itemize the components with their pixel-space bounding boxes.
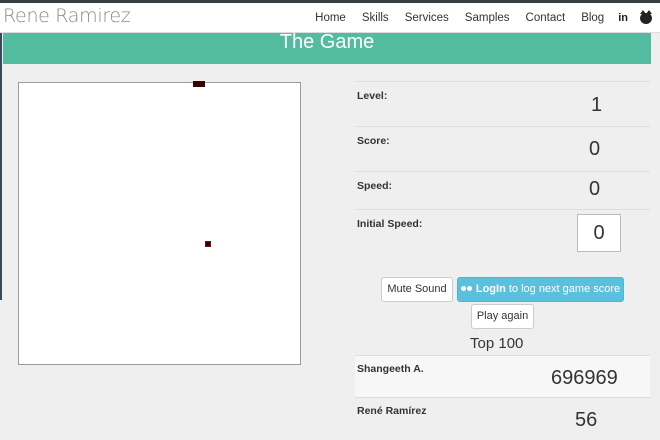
play-again-button[interactable]: Play again xyxy=(471,304,534,329)
leaderboard-row: René Ramírez 56 xyxy=(355,397,650,440)
stat-level: Level: 1 xyxy=(355,81,650,126)
score-value: 0 xyxy=(589,138,601,160)
speed-value: 0 xyxy=(589,178,601,200)
score-label: Score: xyxy=(357,135,390,147)
speed-label: Speed: xyxy=(357,180,393,192)
game-stats: Level: 1 Score: 0 Speed: 0 Initial Speed… xyxy=(355,81,650,259)
github-icon[interactable] xyxy=(640,9,652,24)
stat-initial-speed: Initial Speed: xyxy=(355,209,650,259)
login-button-bold: LogIn xyxy=(475,283,506,295)
leaderboard-score: 696969 xyxy=(551,367,618,389)
brand-logo[interactable]: Rene Ramirez xyxy=(3,5,131,27)
page-title-banner: The Game xyxy=(3,31,651,64)
login-button-text: to log next game score xyxy=(505,283,621,295)
login-icon xyxy=(460,286,472,292)
nav-services[interactable]: Services xyxy=(405,12,449,24)
initial-speed-input[interactable] xyxy=(577,214,621,252)
stat-score: Score: 0 xyxy=(355,126,650,171)
nav-samples[interactable]: Samples xyxy=(465,12,510,24)
navbar: Rene Ramirez Home Skills Services Sample… xyxy=(0,3,660,33)
level-value: 1 xyxy=(591,94,603,116)
leaderboard-name: Shangeeth A. xyxy=(357,363,424,375)
game-food xyxy=(193,81,205,87)
snake-head xyxy=(205,241,211,247)
nav-home[interactable]: Home xyxy=(315,12,346,24)
mute-sound-button[interactable]: Mute Sound xyxy=(381,277,453,302)
nav-menu: Home Skills Services Samples Contact Blo… xyxy=(299,3,652,33)
nav-contact[interactable]: Contact xyxy=(526,12,566,24)
game-board[interactable] xyxy=(18,82,301,365)
stat-speed: Speed: 0 xyxy=(355,171,650,209)
page-title: The Game xyxy=(279,31,375,53)
leaderboard-name: René Ramírez xyxy=(357,405,427,417)
nav-skills[interactable]: Skills xyxy=(362,12,389,24)
side-edge xyxy=(0,33,2,300)
level-label: Level: xyxy=(357,90,388,102)
initial-speed-label: Initial Speed: xyxy=(357,218,423,230)
leaderboard-title: Top 100 xyxy=(470,335,524,352)
leaderboard-row: Shangeeth A. 696969 xyxy=(355,355,650,397)
leaderboard-score: 56 xyxy=(575,409,598,431)
login-button[interactable]: LogIn to log next game score xyxy=(457,277,624,302)
nav-blog[interactable]: Blog xyxy=(581,12,604,24)
linkedin-icon[interactable]: in xyxy=(618,12,628,24)
